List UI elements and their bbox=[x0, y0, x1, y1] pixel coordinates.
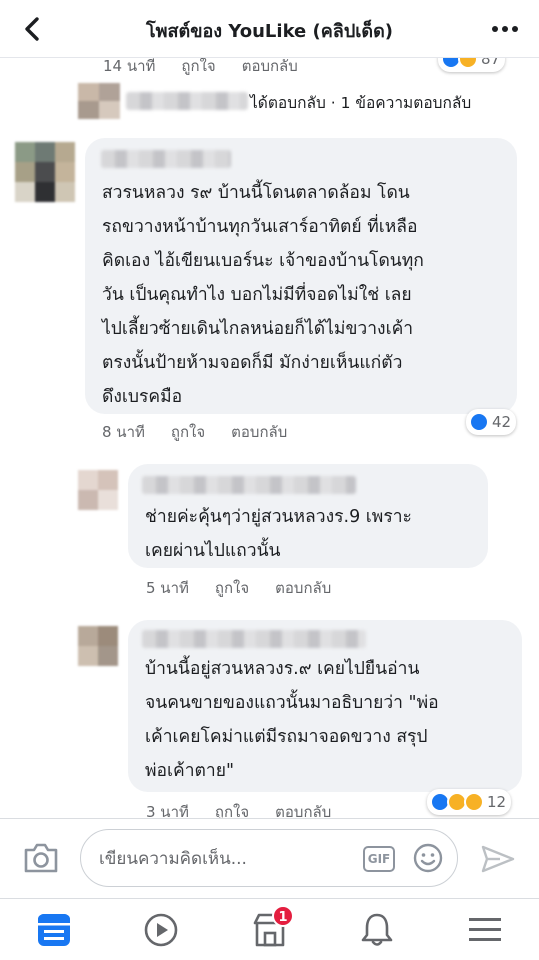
avatar[interactable] bbox=[15, 142, 75, 202]
camera-button[interactable] bbox=[22, 841, 60, 875]
top-comment-meta: 14 นาที ถูกใจ ตอบกลับ bbox=[103, 58, 324, 78]
reply-link[interactable]: ตอบกลับ bbox=[275, 579, 331, 597]
reaction-count: 12 bbox=[487, 793, 507, 811]
comment-time: 14 นาที bbox=[103, 58, 156, 75]
gif-button[interactable]: GIF bbox=[363, 846, 395, 872]
bell-icon bbox=[361, 913, 393, 946]
hamburger-menu-icon bbox=[469, 918, 501, 941]
send-button[interactable] bbox=[480, 843, 516, 875]
reaction-count: 42 bbox=[492, 413, 512, 431]
reaction-count: 87 bbox=[481, 58, 501, 68]
comment-reactions[interactable]: 12 bbox=[427, 789, 512, 815]
app-header: โพสต์ของ YouLike (คลิปเด็ด) bbox=[0, 0, 539, 58]
comment-meta: 5 นาที ถูกใจ ตอบกลับ bbox=[146, 576, 357, 600]
comment-bubble: บ้านนี้อยู่สวนหลวงร.๙ เคยไปยืนอ่าน จนคนข… bbox=[128, 620, 522, 792]
page-title: โพสต์ของ YouLike (คลิปเด็ด) bbox=[145, 21, 394, 42]
bottom-tab-bar: 1 bbox=[0, 898, 539, 960]
send-icon bbox=[481, 845, 515, 873]
like-reaction-icon bbox=[469, 412, 489, 432]
emoji-button[interactable] bbox=[413, 843, 443, 873]
like-link[interactable]: ถูกใจ bbox=[215, 579, 249, 597]
wow-reaction-icon bbox=[464, 792, 484, 812]
comment-bubble: ช่ายค่ะคุ้นๆว่ายู่สวนหลวงร.9 เพราะ เคยผ่… bbox=[128, 464, 488, 568]
reply-link[interactable]: ตอบกลับ bbox=[275, 803, 331, 818]
reply-link[interactable]: ตอบกลับ bbox=[231, 423, 287, 441]
blurred-name bbox=[126, 92, 248, 110]
comment-time: 3 นาที bbox=[146, 803, 189, 818]
tab-watch[interactable] bbox=[141, 911, 181, 949]
comment-text: สวรนหลวง ร๙ บ้านนี้โดนตลาดล้อม โดน รถขวา… bbox=[102, 183, 424, 407]
more-dots-icon bbox=[492, 26, 518, 32]
like-link[interactable]: ถูกใจ bbox=[215, 803, 249, 818]
tab-news-feed[interactable] bbox=[34, 911, 74, 949]
blurred-name bbox=[101, 150, 231, 168]
haha-reaction-icon bbox=[458, 58, 478, 69]
top-comment-reactions[interactable]: 87 bbox=[438, 58, 506, 72]
blurred-name bbox=[142, 476, 356, 494]
comment-time: 5 นาที bbox=[146, 579, 189, 597]
like-link[interactable]: ถูกใจ bbox=[171, 423, 205, 441]
comment-text: ช่ายค่ะคุ้นๆว่ายู่สวนหลวงร.9 เพราะ เคยผ่… bbox=[145, 507, 412, 561]
camera-icon bbox=[24, 843, 58, 873]
avatar[interactable] bbox=[78, 626, 118, 666]
comment-input[interactable] bbox=[99, 844, 359, 874]
comment-time: 8 นาที bbox=[102, 423, 145, 441]
blurred-name bbox=[142, 630, 366, 648]
comment-input-container[interactable]: GIF bbox=[80, 829, 458, 887]
more-options-button[interactable] bbox=[489, 14, 521, 44]
comment-reactions[interactable]: 42 bbox=[466, 409, 517, 435]
chevron-left-icon bbox=[25, 17, 39, 41]
video-play-icon bbox=[144, 913, 178, 947]
comment-bubble: สวรนหลวง ร๙ บ้านนี้โดนตลาดล้อม โดน รถขวา… bbox=[85, 138, 517, 414]
comment-meta: 8 นาที ถูกใจ ตอบกลับ bbox=[102, 420, 313, 444]
notification-badge: 1 bbox=[272, 905, 294, 927]
like-link[interactable]: ถูกใจ bbox=[181, 58, 215, 75]
comments-list[interactable]: 14 นาที ถูกใจ ตอบกลับ 87 ได้ตอบกลับ · 1 ข้… bbox=[0, 58, 539, 818]
avatar[interactable] bbox=[78, 470, 118, 510]
avatar[interactable] bbox=[78, 83, 120, 119]
news-feed-icon bbox=[38, 914, 70, 946]
tab-marketplace[interactable]: 1 bbox=[250, 905, 294, 949]
comment-composer: GIF bbox=[0, 818, 539, 898]
reply-link[interactable]: ตอบกลับ bbox=[242, 58, 298, 75]
back-button[interactable] bbox=[18, 14, 48, 44]
comment-text: บ้านนี้อยู่สวนหลวงร.๙ เคยไปยืนอ่าน จนคนข… bbox=[145, 659, 439, 781]
reply-summary-link[interactable]: ได้ตอบกลับ · 1 ข้อความตอบกลับ bbox=[250, 90, 471, 115]
smiley-icon bbox=[413, 843, 443, 873]
tab-notifications[interactable] bbox=[357, 911, 397, 949]
tab-menu[interactable] bbox=[465, 911, 505, 949]
comment-meta: 3 นาที ถูกใจ ตอบกลับ bbox=[146, 800, 357, 818]
